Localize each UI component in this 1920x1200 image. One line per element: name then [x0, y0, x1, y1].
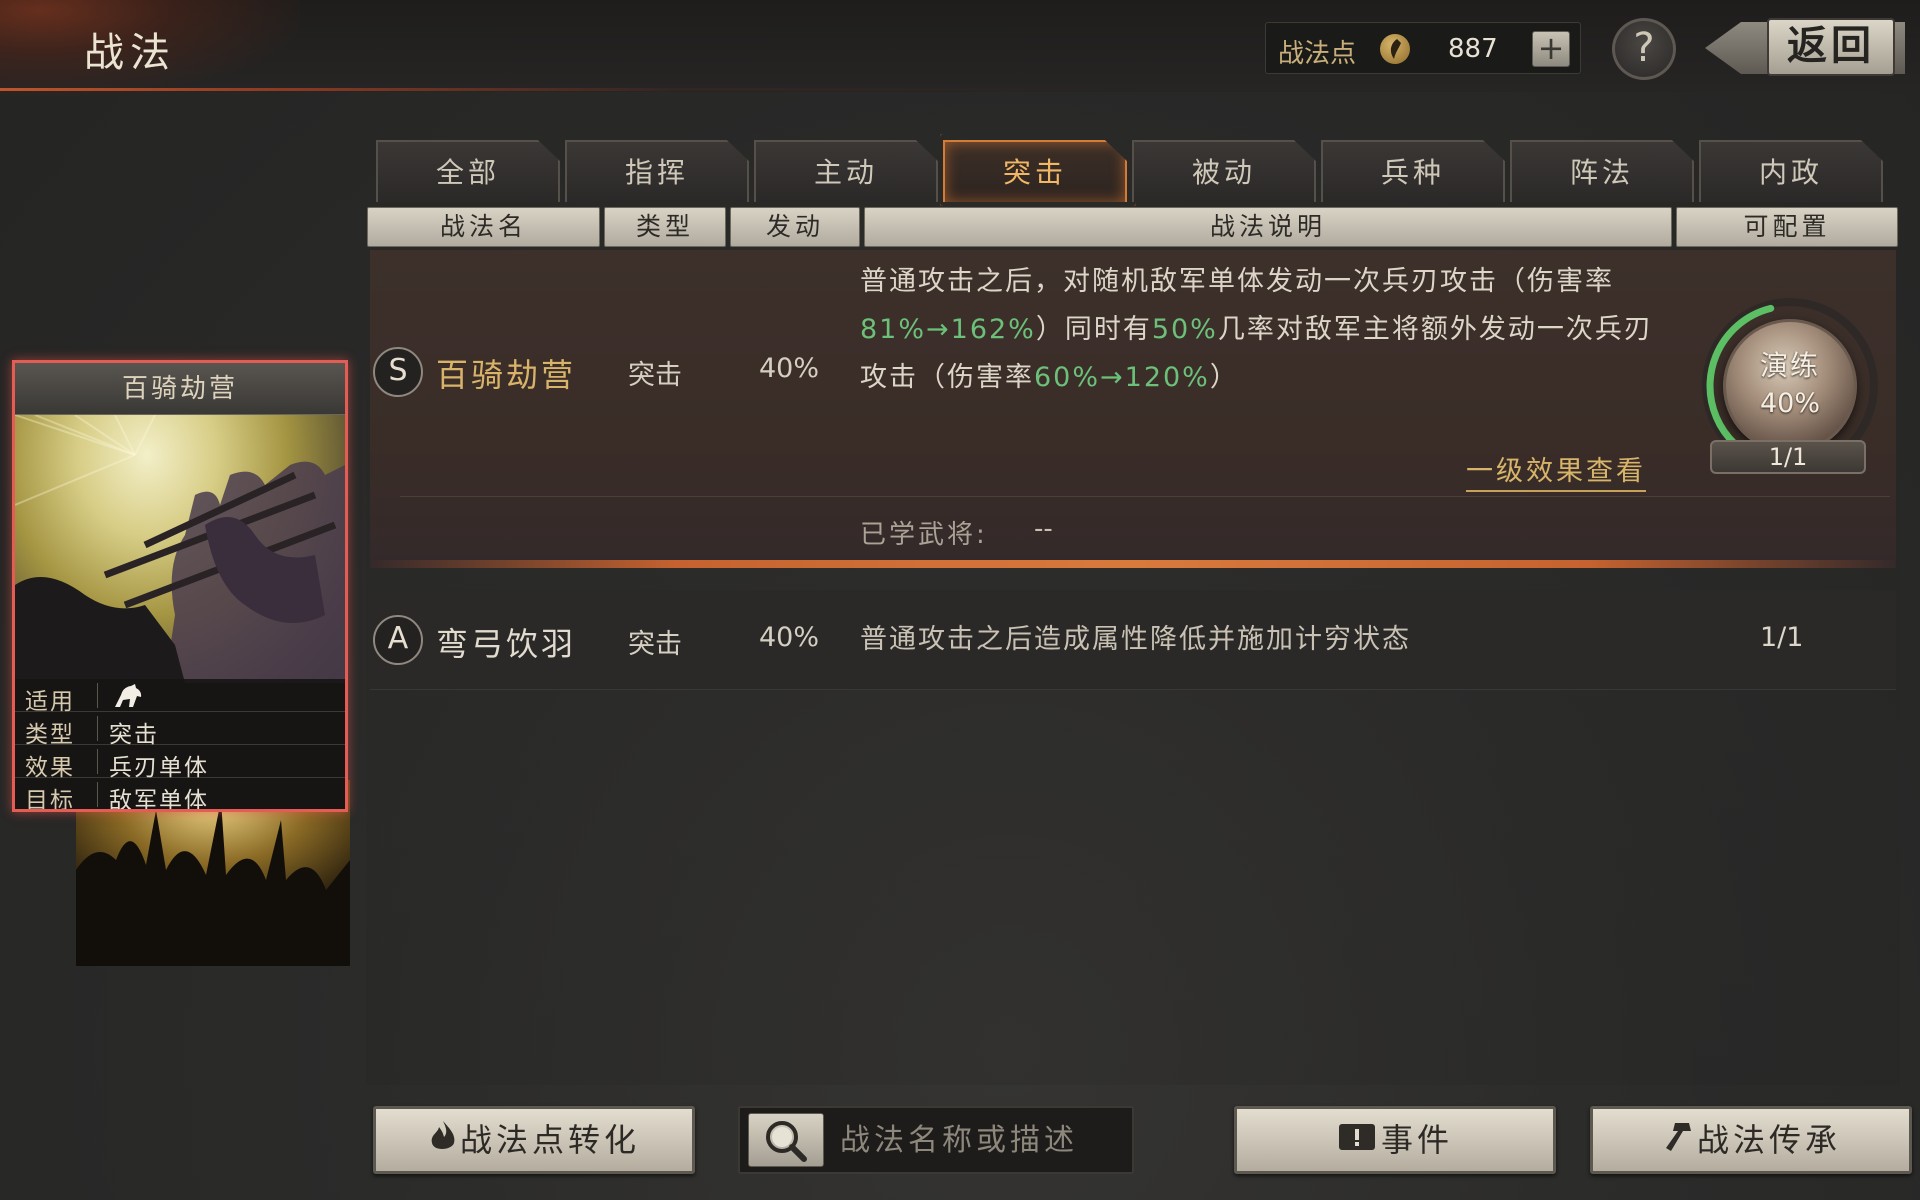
card-info-value: 敌军单体 [109, 788, 209, 812]
desc-text: ） [1209, 362, 1239, 393]
skill-type: 突击 [628, 360, 682, 391]
inherit-skill-button[interactable]: 战法传承 [1590, 1106, 1912, 1174]
search-bar [738, 1106, 1134, 1174]
level-one-effect-link[interactable]: 一级效果查看 [1466, 449, 1646, 492]
fire-icon [428, 1111, 458, 1173]
card-info-key: 类型 [25, 722, 75, 748]
tab-passive[interactable]: 被动 [1132, 140, 1316, 202]
page-title: 战法 [84, 30, 176, 76]
column-header-trigger[interactable]: 发动 [730, 207, 860, 247]
convert-points-button[interactable]: 战法点转化 [373, 1106, 695, 1174]
column-header-type[interactable]: 类型 [604, 207, 726, 247]
search-icon [766, 1121, 807, 1162]
column-header-description: 战法说明 [864, 207, 1672, 247]
train-rate: 40% [1759, 388, 1820, 419]
add-points-button[interactable]: + [1532, 31, 1570, 67]
card-info-row: 效果 兵刃单体 [15, 745, 345, 781]
card-info-row: 适用 [15, 679, 345, 715]
column-header-configurable[interactable]: 可配置 [1676, 207, 1898, 247]
desc-text: 普通攻击之后，对随机敌军单体发动一次兵刃攻击（伤害率 [860, 266, 1614, 297]
search-button[interactable] [748, 1113, 824, 1167]
event-button[interactable]: 事件 [1234, 1106, 1556, 1174]
card-info-table: 适用 类型 突击 效果 兵刃单体 目标 敌军单体 [15, 679, 345, 809]
skill-description: 普通攻击之后造成属性降低并施加计穷状态 [860, 624, 1411, 655]
help-button[interactable]: ? [1612, 18, 1676, 80]
desc-text: ）同时有 [1035, 314, 1152, 345]
back-button-label: 返回 [1767, 18, 1895, 76]
card-info-key: 目标 [25, 788, 75, 812]
card-info-separator [97, 683, 98, 708]
card-info-row: 类型 突击 [15, 712, 345, 748]
card-title: 百骑劫营 [15, 363, 345, 415]
skill-trigger-rate: 40% [759, 353, 820, 384]
tab-formation[interactable]: 阵法 [1510, 140, 1694, 202]
learned-generals-value: -- [1034, 514, 1053, 544]
column-header-name[interactable]: 战法名 [367, 207, 600, 247]
tab-internal-affairs[interactable]: 内政 [1699, 140, 1883, 202]
desc-damage-rate: 81%→162% [860, 314, 1036, 345]
skill-points-value: 887 [1448, 34, 1498, 64]
cavalry-icon [111, 683, 145, 713]
config-slots: 1/1 [1760, 622, 1804, 653]
skill-points-label: 战法点 [1278, 39, 1357, 69]
card-info-separator [97, 749, 98, 774]
card-info-separator [97, 782, 98, 807]
card-info-key: 效果 [25, 755, 75, 781]
hammer-icon [1661, 1111, 1695, 1173]
config-slots-badge: 1/1 [1710, 440, 1866, 474]
cavalry-charge-illustration [15, 414, 345, 683]
inherit-skill-label: 战法传承 [1696, 1121, 1841, 1159]
back-button[interactable]: 返回 [1705, 16, 1905, 78]
event-label: 事件 [1380, 1121, 1453, 1159]
skill-points-icon [1380, 34, 1410, 64]
convert-points-label: 战法点转化 [459, 1121, 640, 1159]
tab-troop-type[interactable]: 兵种 [1321, 140, 1505, 202]
learned-generals-label: 已学武将: [860, 520, 988, 550]
skill-type: 突击 [628, 629, 682, 660]
card-art [15, 414, 345, 683]
row-divider [400, 496, 1890, 497]
tab-command[interactable]: 指挥 [565, 140, 749, 202]
skill-name: 百骑劫营 [436, 356, 577, 394]
desc-chance: 50% [1151, 314, 1218, 345]
skill-card: 百骑劫营 适用 类型 突击 效果 兵刃单体 目标 敌军单体 [12, 360, 348, 812]
card-info-value: 兵刃单体 [109, 755, 209, 781]
selected-row-highlight [370, 560, 1896, 568]
search-input[interactable] [840, 1120, 1120, 1160]
desc-damage-rate: 60%→120% [1034, 362, 1210, 393]
skill-description: 普通攻击之后，对随机敌军单体发动一次兵刃攻击（伤害率 81%→162%）同时有50… [860, 258, 1660, 402]
card-info-row: 目标 敌军单体 [15, 778, 345, 812]
tab-active[interactable]: 主动 [754, 140, 938, 202]
header-divider [0, 88, 1920, 91]
grade-badge: S [373, 347, 423, 397]
card-info-separator [97, 716, 98, 741]
skill-points-panel: 战法点 887 + [1265, 22, 1581, 74]
train-button-label: 演练 [1759, 349, 1820, 382]
train-button[interactable] [1723, 319, 1857, 453]
alert-icon [1337, 1111, 1377, 1173]
grade-badge: A [373, 615, 423, 665]
skill-trigger-rate: 40% [759, 622, 820, 653]
tab-all[interactable]: 全部 [376, 140, 560, 202]
tab-assault[interactable]: 突击 [943, 140, 1127, 202]
skill-name: 弯弓饮羽 [436, 625, 577, 663]
card-info-value: 突击 [109, 722, 159, 748]
card-info-key: 适用 [25, 689, 75, 715]
